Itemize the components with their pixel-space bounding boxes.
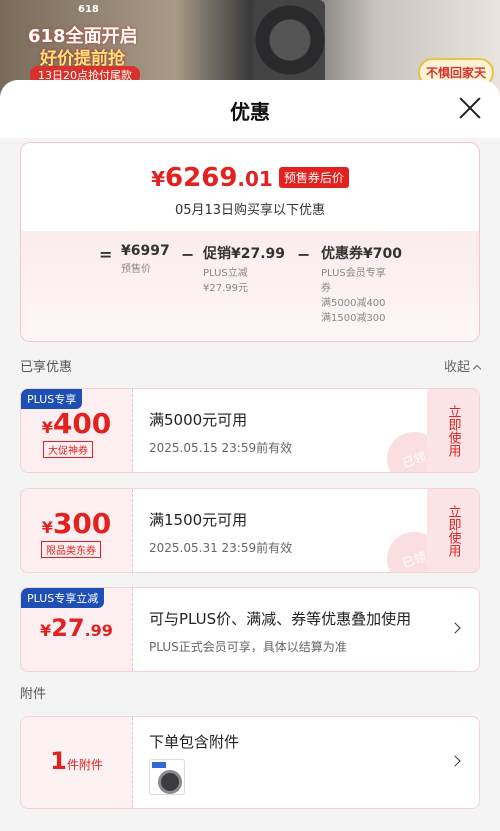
coupon-line-3: 满5000减400 (321, 298, 386, 309)
coupon-info: 满1500元可用 2025.05.31 23:59前有效 (149, 509, 292, 556)
coupon-value-panel: PLUS专享 ¥400 大促神券 (21, 389, 133, 472)
accessory-title: 下单包含附件 (149, 733, 240, 751)
equals-sign: = (99, 245, 113, 264)
price-symbol: ¥ (151, 167, 166, 191)
coupon-card: PLUS专享 ¥400 大促神券 满5000元可用 2025.05.15 23:… (20, 388, 480, 473)
coupon-value: 优惠券¥700 (321, 246, 402, 262)
price-decimal: .01 (237, 167, 273, 191)
promo-value: 促销¥27.99 (203, 246, 286, 262)
plus-desc: PLUS正式会员可享，具体以结算为准 (149, 640, 347, 654)
accessory-count-panel: 1件附件 (21, 717, 133, 808)
coupon-subtag: 大促神券 (43, 441, 93, 458)
chevron-right-icon[interactable] (449, 622, 461, 634)
chevron-up-icon (472, 364, 482, 374)
coupon-info: 满5000元可用 2025.05.15 23:59前有效 (149, 409, 292, 456)
accessory-count: 1 (50, 747, 67, 775)
coupon-symbol: ¥ (41, 518, 53, 537)
plus-title: 可与PLUS价、满减、券等优惠叠加使用 (149, 610, 412, 628)
coupon-validity: 2025.05.31 23:59前有效 (149, 541, 293, 555)
collapse-label: 收起 (443, 360, 470, 375)
coupon-value-panel: ¥300 限品类东券 (21, 489, 133, 572)
accessory-thumbnail (149, 759, 185, 795)
price-integer: 6269 (165, 163, 238, 193)
final-price-block: ¥ 6269 .01 预售券后价 05月13日购买享以下优惠 (21, 143, 479, 231)
promo-line-1: PLUS立减 (203, 268, 248, 279)
coupon-subtag: 限品类东券 (41, 541, 101, 558)
presale-label: 预售价 (121, 264, 151, 275)
coupon-line-2: 券 (321, 283, 331, 294)
discount-sheet: 优惠 ¥ 6269 .01 预售券后价 05月13日购买享以下优惠 = ¥699… (0, 80, 500, 831)
accessory-info: 下单包含附件 (149, 731, 239, 752)
plus-info: 可与PLUS价、满减、券等优惠叠加使用 PLUS正式会员可享，具体以结算为准 (149, 608, 411, 655)
use-now-button[interactable]: 立即使用 (427, 489, 479, 572)
coupon-discount: 优惠券¥700 PLUS会员专享 券 满5000减400 满1500减300 (321, 243, 402, 326)
coupon-amount: 300 (52, 507, 112, 540)
price-summary-card: ¥ 6269 .01 预售券后价 05月13日购买享以下优惠 = ¥6997 预… (20, 142, 480, 342)
coupon-line-4: 满1500减300 (321, 313, 386, 324)
collapse-button[interactable]: 收起 (443, 356, 482, 375)
banner-logo: 618 (78, 4, 99, 15)
plus-amount: 27 (51, 614, 85, 642)
plus-decimal: .99 (84, 621, 113, 640)
plus-value-panel: PLUS专享立减 ¥27.99 (21, 588, 133, 671)
minus-sign: − (181, 245, 195, 264)
promo-line-2: ¥27.99元 (203, 283, 248, 294)
coupon-condition: 满1500元可用 (149, 511, 248, 529)
promo-discount: 促销¥27.99 PLUS立减 ¥27.99元 (203, 243, 285, 296)
chevron-right-icon[interactable] (449, 755, 461, 767)
coupon-validity: 2025.05.15 23:59前有效 (149, 441, 293, 455)
accessories-label: 附件 (20, 687, 47, 702)
coupon-amount: 400 (52, 407, 112, 440)
price-tag-badge: 预售券后价 (278, 167, 349, 188)
presale-value: ¥6997 (121, 243, 170, 259)
coupon-condition: 满5000元可用 (149, 411, 248, 429)
close-icon[interactable] (458, 96, 482, 120)
coupon-card: ¥300 限品类东券 满1500元可用 2025.05.31 23:59前有效 … (20, 488, 480, 573)
price-breakdown: = ¥6997 预售价 − 促销¥27.99 PLUS立减 ¥27.99元 − … (21, 231, 479, 341)
plus-badge: PLUS专享 (21, 389, 83, 409)
plus-symbol: ¥ (40, 621, 52, 640)
plus-discount-card[interactable]: PLUS专享立减 ¥27.99 可与PLUS价、满减、券等优惠叠加使用 PLUS… (20, 587, 480, 672)
presale-price: ¥6997 预售价 (121, 243, 170, 277)
purchase-date-note: 05月13日购买享以下优惠 (174, 203, 326, 218)
sheet-title: 优惠 (230, 100, 270, 124)
accessory-unit: 件附件 (66, 758, 103, 772)
minus-sign: − (297, 245, 311, 264)
coupon-line-1: PLUS会员专享 (321, 268, 386, 279)
enjoyed-discounts-label: 已享优惠 (20, 360, 73, 375)
accessories-card[interactable]: 1件附件 下单包含附件 (20, 716, 480, 809)
plus-badge: PLUS专享立减 (21, 588, 105, 608)
coupon-symbol: ¥ (41, 418, 53, 437)
sheet-header: 优惠 (0, 80, 500, 138)
use-now-button[interactable]: 立即使用 (427, 389, 479, 472)
